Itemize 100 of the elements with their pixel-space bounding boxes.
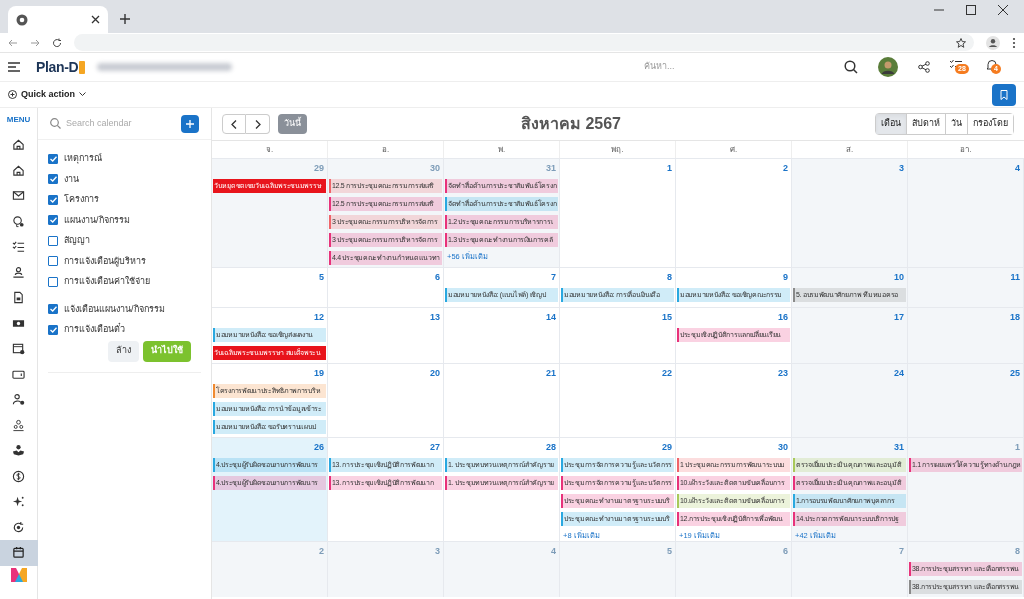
day-number: 12 [314,311,325,323]
day-number: 19 [314,367,325,379]
view-tab[interactable]: เดือน [876,114,906,134]
maximize-icon[interactable] [966,5,976,15]
day-number: 5 [667,545,673,557]
menu-icon[interactable] [8,62,20,72]
calendar-icon [12,342,25,356]
day-number: 11 [1010,271,1021,283]
day-number: 29 [662,441,673,453]
checkbox-label: งาน [64,172,79,186]
close-icon[interactable] [998,5,1008,15]
checkbox-label: แจ้งเตือนแผนงาน/กิจกรรม [64,302,165,316]
day-number: 18 [1010,311,1021,323]
profile-icon[interactable] [986,35,1000,50]
checkbox-label: โครงการ [64,193,99,206]
plus-circle-icon [8,90,17,99]
quick-action-button[interactable]: Quick action [8,87,86,102]
back-arrow-icon[interactable] [8,37,18,48]
plus-icon [186,119,194,128]
weekday-header: ศ. [729,143,738,156]
avatar[interactable] [878,57,898,77]
reload-icon[interactable] [52,37,62,48]
day-number: 4 [551,545,557,557]
browser-tab[interactable] [8,6,108,33]
day-number: 22 [662,367,673,379]
day-number: 8 [667,271,673,283]
weekday-header: อา. [960,143,972,156]
day-number: 1 [1015,441,1021,453]
search-field[interactable]: Search calendar [66,116,176,131]
nav-item[interactable] [0,540,38,566]
weekday-header: จ. [265,143,274,156]
search-field[interactable]: ค้นหา... [644,60,834,74]
checkbox-label: การแจ้งเตือนค่าใช้จ่าย [64,275,150,288]
day-number: 4 [1015,162,1021,174]
day-number: 16 [778,311,789,323]
weekday-header: ส. [845,143,854,156]
day-number: 7 [551,271,557,283]
day-number: 30 [778,441,789,453]
day-number: 6 [783,545,789,557]
star-icon[interactable] [956,37,966,48]
next-button[interactable] [246,114,270,134]
day-number: 7 [899,545,905,557]
checkbox-label: สัญญา [64,234,90,247]
day-number: 14 [546,311,557,323]
view-tab[interactable]: กรองโดย [967,114,1013,134]
previous-button[interactable] [222,114,246,134]
day-number: 26 [314,441,325,453]
day-number: 31 [546,162,557,174]
day-number: 28 [546,441,557,453]
hands-icon [12,444,25,458]
search-icon[interactable] [844,60,858,74]
calendar-icon [12,546,25,560]
weekday-header: อ. [381,143,390,156]
day-number: 3 [435,545,441,557]
checkbox[interactable] [48,324,58,335]
day-number: 29 [314,162,325,174]
checkbox[interactable] [48,153,58,164]
checkbox-label: การแจ้งเตือนผู้บริหาร [64,254,146,268]
checkbox[interactable] [48,256,58,267]
day-number: 24 [894,367,905,379]
day-number: 20 [430,367,441,379]
menu-label: MENU [6,114,31,126]
share-icon[interactable] [918,61,930,73]
app-logo: Plan-D [36,57,79,77]
day-number: 30 [430,162,441,174]
home-icon [12,163,25,177]
checkbox[interactable] [48,174,58,185]
new-tab-icon[interactable] [120,14,130,24]
forward-arrow-icon[interactable] [30,37,40,48]
day-number: 15 [662,311,673,323]
day-number: 2 [319,545,325,557]
browser-logo-icon [16,13,28,26]
clear-button[interactable]: ล้าง [108,340,139,362]
day-number: 25 [1010,367,1021,379]
day-number: 10 [894,271,905,283]
close-icon[interactable] [91,15,100,24]
chevron-left-icon [231,119,237,129]
checkbox[interactable] [48,276,58,287]
day-number: 9 [783,271,789,283]
search-icon [50,118,61,129]
checkbox[interactable] [48,304,58,315]
checkbox[interactable] [48,235,58,246]
group-icon [12,418,25,432]
bookmark-icon [1000,89,1008,100]
bookmark-button[interactable] [992,83,1016,106]
sparkle-icon [12,495,25,509]
day-number: 21 [546,367,557,379]
brand-logo-icon [10,567,27,582]
user-gear-icon [12,393,25,407]
mail-icon [12,189,25,203]
more-icon[interactable] [1012,36,1016,49]
checkbox[interactable] [48,194,58,205]
home-icon [12,138,25,152]
chevron-down-icon [79,92,86,97]
day-number: 8 [1015,545,1021,557]
day-number: 1 [667,162,673,174]
weekday-header: พฤ. [611,143,624,156]
day-number: 31 [894,441,905,453]
add-button[interactable] [181,114,199,133]
checkbox[interactable] [48,215,58,226]
